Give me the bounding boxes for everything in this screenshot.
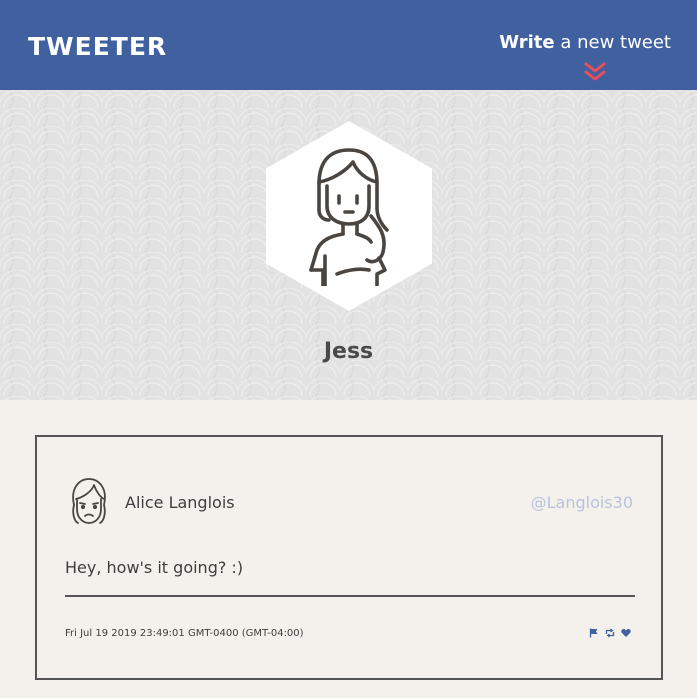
retweet-icon[interactable] <box>605 628 615 638</box>
profile-display-name: Jess <box>323 339 374 364</box>
girl-sad-avatar-icon <box>72 478 106 524</box>
girl-long-hair-avatar-icon <box>309 148 389 286</box>
tweet-author-name[interactable]: Alice Langlois <box>125 493 235 512</box>
tweet-text: Hey, how's it going? :) <box>65 558 244 577</box>
write-tweet-label-rest: a new tweet <box>554 31 671 53</box>
double-chevron-down-icon[interactable] <box>583 62 607 82</box>
flag-icon[interactable] <box>589 628 599 638</box>
top-nav: TWEETER Write a new tweet <box>0 0 697 90</box>
tweet-card: Alice Langlois @Langlois30 Hey, how's it… <box>35 435 663 680</box>
tweet-timestamp: Fri Jul 19 2019 23:49:01 GMT-0400 (GMT-0… <box>65 628 304 639</box>
brand-logo[interactable]: TWEETER <box>28 32 167 61</box>
profile-avatar-frame <box>266 121 432 311</box>
heart-icon[interactable] <box>621 628 631 638</box>
profile-header: Jess <box>0 90 697 400</box>
tweet-divider <box>65 595 635 597</box>
tweet-author-handle[interactable]: @Langlois30 <box>531 493 633 512</box>
write-tweet-label: Write a new tweet <box>499 32 671 53</box>
tweet-actions <box>589 628 631 638</box>
write-tweet-label-bold: Write <box>499 31 555 53</box>
write-tweet-button[interactable]: Write a new tweet <box>499 32 671 80</box>
